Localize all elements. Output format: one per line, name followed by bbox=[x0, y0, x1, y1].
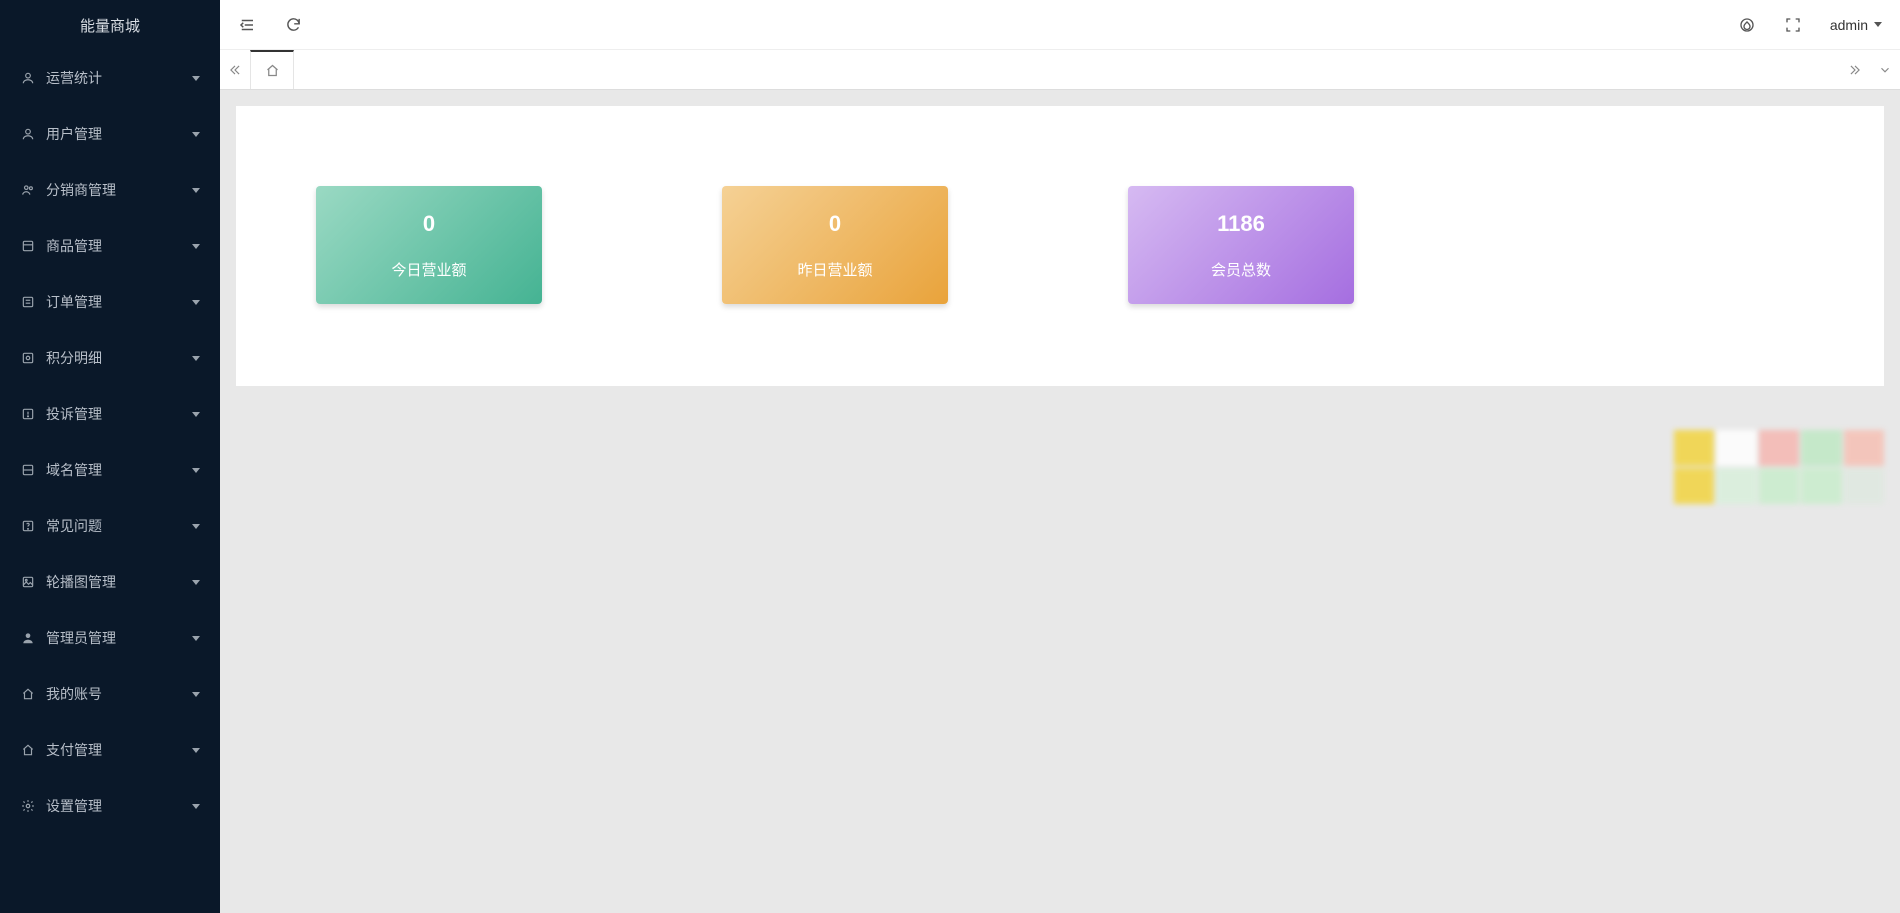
chevron-down-icon bbox=[192, 636, 200, 641]
sidebar-item-settings-mgmt[interactable]: 设置管理 bbox=[0, 778, 220, 834]
sidebar-item-faq[interactable]: 常见问题 bbox=[0, 498, 220, 554]
sidebar-item-label: 运营统计 bbox=[46, 68, 102, 88]
sidebar-item-product-mgmt[interactable]: 商品管理 bbox=[0, 218, 220, 274]
user-menu[interactable]: admin bbox=[1830, 17, 1882, 33]
sidebar-item-label: 常见问题 bbox=[46, 516, 102, 536]
chevron-down-icon bbox=[192, 188, 200, 193]
stat-card-today-revenue: 0 今日营业额 bbox=[316, 186, 542, 304]
faq-icon bbox=[20, 518, 36, 534]
sidebar-item-carousel-mgmt[interactable]: 轮播图管理 bbox=[0, 554, 220, 610]
chevron-down-icon bbox=[192, 580, 200, 585]
chevron-down-icon bbox=[192, 244, 200, 249]
account-icon bbox=[20, 686, 36, 702]
stat-label: 会员总数 bbox=[1211, 259, 1271, 280]
stat-value: 0 bbox=[829, 211, 841, 237]
stat-label: 昨日营业额 bbox=[797, 259, 872, 280]
chevron-down-icon bbox=[192, 804, 200, 809]
stat-value: 1186 bbox=[1217, 211, 1265, 237]
chevron-down-icon bbox=[192, 692, 200, 697]
chevron-down-icon bbox=[1874, 22, 1882, 27]
chevron-down-icon bbox=[192, 748, 200, 753]
chevron-down-icon bbox=[192, 300, 200, 305]
sidebar-item-label: 投诉管理 bbox=[46, 404, 102, 424]
app-title: 能量商城 bbox=[0, 0, 220, 50]
complaint-icon bbox=[20, 406, 36, 422]
tabs-menu-icon[interactable] bbox=[1870, 63, 1900, 77]
sidebar-item-complaint-mgmt[interactable]: 投诉管理 bbox=[0, 386, 220, 442]
detail-icon bbox=[20, 350, 36, 366]
refresh-icon[interactable] bbox=[284, 16, 302, 34]
product-icon bbox=[20, 238, 36, 254]
tabs-scroll-left-icon[interactable] bbox=[220, 50, 250, 89]
sidebar-item-label: 订单管理 bbox=[46, 292, 102, 312]
sidebar-item-my-account[interactable]: 我的账号 bbox=[0, 666, 220, 722]
sidebar-item-points-detail[interactable]: 积分明细 bbox=[0, 330, 220, 386]
domain-icon bbox=[20, 462, 36, 478]
chevron-down-icon bbox=[192, 76, 200, 81]
stat-label: 今日营业额 bbox=[391, 259, 466, 280]
collapse-sidebar-icon[interactable] bbox=[238, 16, 256, 34]
sidebar-item-operation-stats[interactable]: 运营统计 bbox=[0, 50, 220, 106]
sidebar-item-order-mgmt[interactable]: 订单管理 bbox=[0, 274, 220, 330]
chevron-down-icon bbox=[192, 132, 200, 137]
sidebar-item-label: 支付管理 bbox=[46, 740, 102, 760]
tabbar bbox=[220, 50, 1900, 90]
chevron-down-icon bbox=[192, 356, 200, 361]
user-name: admin bbox=[1830, 17, 1868, 33]
content-area: 0 今日营业额 0 昨日营业额 1186 会员总数 bbox=[220, 90, 1900, 913]
sidebar: 能量商城 运营统计 用户管理 分销商管理 商品管 bbox=[0, 0, 220, 913]
stat-card-member-total: 1186 会员总数 bbox=[1128, 186, 1354, 304]
tabs-scroll-right-icon[interactable] bbox=[1840, 63, 1870, 77]
carousel-icon bbox=[20, 574, 36, 590]
user-icon bbox=[20, 126, 36, 142]
floating-widget bbox=[1674, 430, 1884, 504]
sidebar-item-domain-mgmt[interactable]: 域名管理 bbox=[0, 442, 220, 498]
sidebar-item-label: 我的账号 bbox=[46, 684, 102, 704]
sidebar-item-label: 设置管理 bbox=[46, 796, 102, 816]
user-icon bbox=[20, 70, 36, 86]
order-icon bbox=[20, 294, 36, 310]
sidebar-item-label: 分销商管理 bbox=[46, 180, 116, 200]
stat-value: 0 bbox=[423, 211, 435, 237]
topbar: admin bbox=[220, 0, 1900, 50]
sidebar-item-label: 域名管理 bbox=[46, 460, 102, 480]
tab-home[interactable] bbox=[250, 50, 294, 89]
sidebar-item-admin-mgmt[interactable]: 管理员管理 bbox=[0, 610, 220, 666]
stat-card-yesterday-revenue: 0 昨日营业额 bbox=[722, 186, 948, 304]
main-area: admin bbox=[220, 0, 1900, 913]
settings-icon bbox=[20, 798, 36, 814]
sidebar-item-label: 用户管理 bbox=[46, 124, 102, 144]
fullscreen-icon[interactable] bbox=[1784, 16, 1802, 34]
theme-icon[interactable] bbox=[1738, 16, 1756, 34]
admin-icon bbox=[20, 630, 36, 646]
sidebar-item-label: 商品管理 bbox=[46, 236, 102, 256]
home-icon bbox=[265, 63, 280, 78]
stats-panel: 0 今日营业额 0 昨日营业额 1186 会员总数 bbox=[236, 106, 1884, 386]
sidebar-item-payment-mgmt[interactable]: 支付管理 bbox=[0, 722, 220, 778]
payment-icon bbox=[20, 742, 36, 758]
sidebar-item-label: 积分明细 bbox=[46, 348, 102, 368]
chevron-down-icon bbox=[192, 524, 200, 529]
sidebar-item-label: 管理员管理 bbox=[46, 628, 116, 648]
chevron-down-icon bbox=[192, 468, 200, 473]
sidebar-item-distributor-mgmt[interactable]: 分销商管理 bbox=[0, 162, 220, 218]
users-icon bbox=[20, 182, 36, 198]
sidebar-item-user-mgmt[interactable]: 用户管理 bbox=[0, 106, 220, 162]
sidebar-item-label: 轮播图管理 bbox=[46, 572, 116, 592]
chevron-down-icon bbox=[192, 412, 200, 417]
